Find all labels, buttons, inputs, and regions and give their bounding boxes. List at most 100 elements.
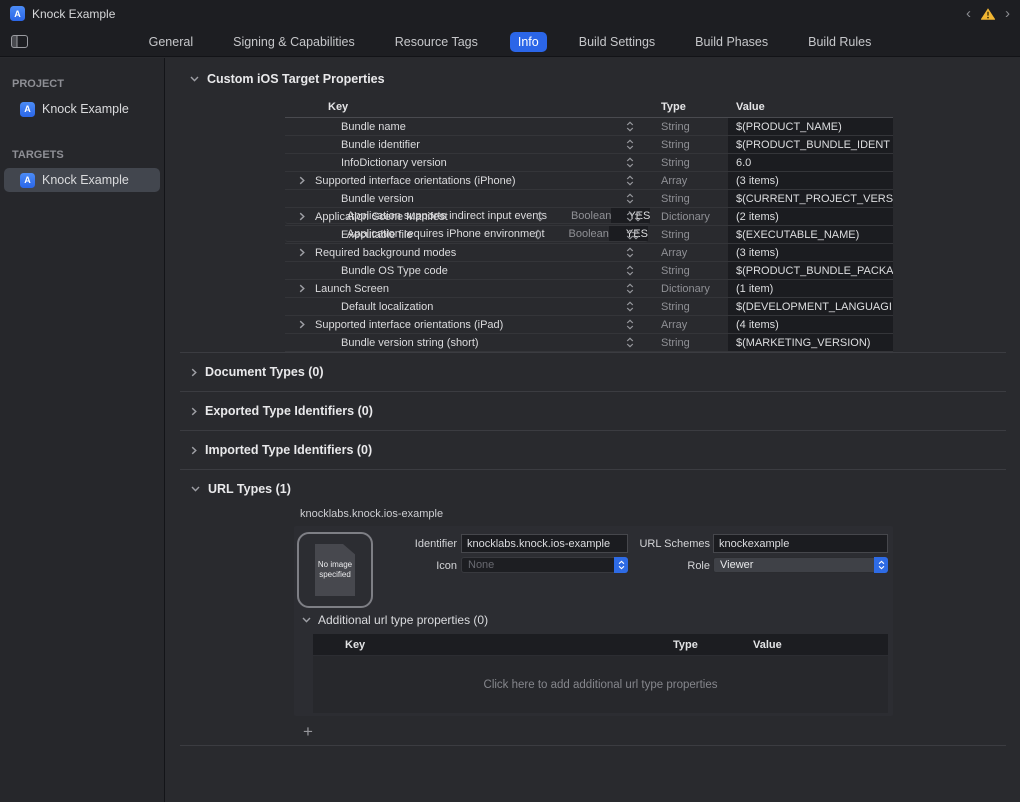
property-type[interactable]: String — [637, 157, 728, 169]
property-type[interactable]: String — [637, 265, 728, 277]
property-row[interactable]: Supported interface orientations (iPhone… — [285, 172, 893, 190]
section-header-exported-type-identifiers-0[interactable]: Exported Type Identifiers (0) — [180, 391, 1006, 430]
property-type[interactable]: Array — [637, 247, 728, 259]
property-row[interactable]: Bundle OS Type code String $(PRODUCT_BUN… — [285, 262, 893, 280]
property-row[interactable]: Default localization String $(DEVELOPMEN… — [285, 298, 893, 316]
key-stepper-icon[interactable] — [626, 211, 634, 225]
tab-build-settings[interactable]: Build Settings — [571, 32, 663, 52]
chevron-right-icon — [191, 407, 197, 416]
app-icon — [10, 6, 25, 21]
property-row[interactable]: Required background modes Array (3 items… — [285, 244, 893, 262]
chevron-down-icon — [190, 76, 199, 82]
property-row[interactable]: Executable file String $(EXECUTABLE_NAME… — [285, 226, 893, 244]
property-type[interactable]: Array — [637, 175, 728, 187]
property-type[interactable]: String — [637, 121, 728, 133]
property-value[interactable]: 6.0 — [728, 154, 893, 171]
key-stepper-icon[interactable] — [626, 265, 634, 279]
property-value[interactable]: $(MARKETING_VERSION) — [728, 334, 893, 351]
tab-info[interactable]: Info — [510, 32, 547, 52]
role-popup[interactable]: Viewer — [713, 557, 888, 573]
chevron-down-icon — [302, 617, 311, 623]
tab-resource-tags[interactable]: Resource Tags — [387, 32, 486, 52]
add-url-type-button[interactable]: + — [298, 722, 318, 742]
nav-forward-button[interactable]: › — [1005, 6, 1010, 21]
property-type[interactable]: String — [637, 337, 728, 349]
additional-props-header[interactable]: Additional url type properties (0) — [302, 613, 488, 627]
project-icon — [20, 102, 35, 117]
tab-build-rules[interactable]: Build Rules — [800, 32, 879, 52]
key-stepper-icon[interactable] — [626, 283, 634, 297]
key-stepper-icon[interactable] — [626, 337, 634, 351]
property-value[interactable]: (3 items) — [728, 172, 893, 189]
key-stepper-icon[interactable] — [626, 157, 634, 171]
property-type[interactable]: String — [637, 229, 728, 241]
property-type[interactable]: Dictionary — [637, 211, 728, 223]
property-key: Supported interface orientations (iPad) — [315, 319, 503, 331]
disclosure-chevron-icon[interactable] — [299, 284, 305, 296]
project-group-header: PROJECT — [0, 72, 164, 97]
property-row[interactable]: Supported interface orientations (iPad) … — [285, 316, 893, 334]
section-header-document-types-0[interactable]: Document Types (0) — [180, 352, 1006, 391]
property-row[interactable]: Bundle version String $(CURRENT_PROJECT_… — [285, 190, 893, 208]
column-header-value: Value — [753, 639, 888, 651]
key-stepper-icon[interactable] — [626, 319, 634, 333]
key-stepper-icon[interactable] — [626, 247, 634, 261]
key-stepper-icon[interactable] — [626, 229, 634, 243]
key-stepper-icon[interactable] — [626, 193, 634, 207]
key-stepper-icon[interactable] — [626, 175, 634, 189]
property-type[interactable]: String — [637, 193, 728, 205]
property-value[interactable]: $(PRODUCT_BUNDLE_PACKA — [728, 262, 893, 279]
property-row[interactable]: Bundle name String $(PRODUCT_NAME) — [285, 118, 893, 136]
property-key: Executable file — [341, 229, 413, 241]
property-row[interactable]: Bundle identifier String $(PRODUCT_BUNDL… — [285, 136, 893, 154]
sidebar-item-project[interactable]: Knock Example — [4, 97, 160, 121]
section-header-imported-type-identifiers-0[interactable]: Imported Type Identifiers (0) — [180, 430, 1006, 469]
property-value[interactable]: $(PRODUCT_BUNDLE_IDENT — [728, 136, 893, 153]
property-row[interactable]: Application Scene Manifest Dictionary (2… — [285, 208, 893, 226]
disclosure-chevron-icon[interactable] — [299, 212, 305, 224]
property-row[interactable]: InfoDictionary version String 6.0 — [285, 154, 893, 172]
section-title: URL Types (1) — [208, 482, 291, 496]
property-value[interactable]: $(DEVELOPMENT_LANGUAGI — [728, 298, 893, 315]
key-stepper-icon[interactable] — [626, 121, 634, 135]
property-type[interactable]: Dictionary — [637, 283, 728, 295]
url-type-editor: No image specified Identifier URL Scheme… — [294, 526, 893, 716]
disclosure-chevron-icon[interactable] — [299, 248, 305, 260]
icon-popup[interactable]: None — [461, 557, 628, 573]
section-title: Imported Type Identifiers (0) — [205, 443, 372, 457]
key-stepper-icon[interactable] — [626, 301, 634, 315]
section-header-custom-props[interactable]: Custom iOS Target Properties — [165, 58, 1020, 96]
property-row[interactable]: Launch Screen Dictionary (1 item) — [285, 280, 893, 298]
section-header-url-types[interactable]: URL Types (1) — [180, 469, 1006, 507]
disclosure-chevron-icon[interactable] — [299, 320, 305, 332]
sidebar-item-target[interactable]: Knock Example — [4, 168, 160, 192]
tab-signing-capabilities[interactable]: Signing & Capabilities — [225, 32, 363, 52]
property-value[interactable]: (1 item) — [728, 280, 893, 297]
property-type[interactable]: Array — [637, 319, 728, 331]
icon-popup-value: None — [468, 559, 494, 571]
property-value[interactable]: (4 items) — [728, 316, 893, 333]
warning-badge[interactable] — [980, 7, 996, 21]
property-row[interactable]: Bundle version string (short) String $(M… — [285, 334, 893, 352]
url-schemes-field[interactable] — [713, 534, 888, 553]
column-header-value: Value — [728, 101, 893, 113]
identifier-field[interactable] — [461, 534, 628, 553]
tab-build-phases[interactable]: Build Phases — [687, 32, 776, 52]
property-value[interactable]: (2 items) — [728, 208, 893, 225]
property-key: Application Scene Manifest — [315, 211, 448, 223]
property-value[interactable]: $(PRODUCT_NAME) — [728, 118, 893, 135]
url-type-item-name: knocklabs.knock.ios-example — [300, 508, 1020, 520]
property-type[interactable]: String — [637, 301, 728, 313]
add-properties-click-area[interactable]: Click here to add additional url type pr… — [313, 656, 888, 713]
url-schemes-label: URL Schemes — [638, 538, 710, 550]
chevron-right-icon — [191, 446, 197, 455]
tab-general[interactable]: General — [141, 32, 201, 52]
disclosure-chevron-icon[interactable] — [299, 176, 305, 188]
key-stepper-icon[interactable] — [626, 139, 634, 153]
property-value[interactable]: (3 items) — [728, 244, 893, 261]
property-type[interactable]: String — [637, 139, 728, 151]
window-chrome: Knock Example ‹ › GeneralSigning & Capab… — [0, 0, 1020, 57]
nav-back-button[interactable]: ‹ — [966, 6, 971, 21]
property-value[interactable]: $(EXECUTABLE_NAME) — [728, 226, 893, 243]
property-value[interactable]: $(CURRENT_PROJECT_VERS — [728, 190, 893, 207]
